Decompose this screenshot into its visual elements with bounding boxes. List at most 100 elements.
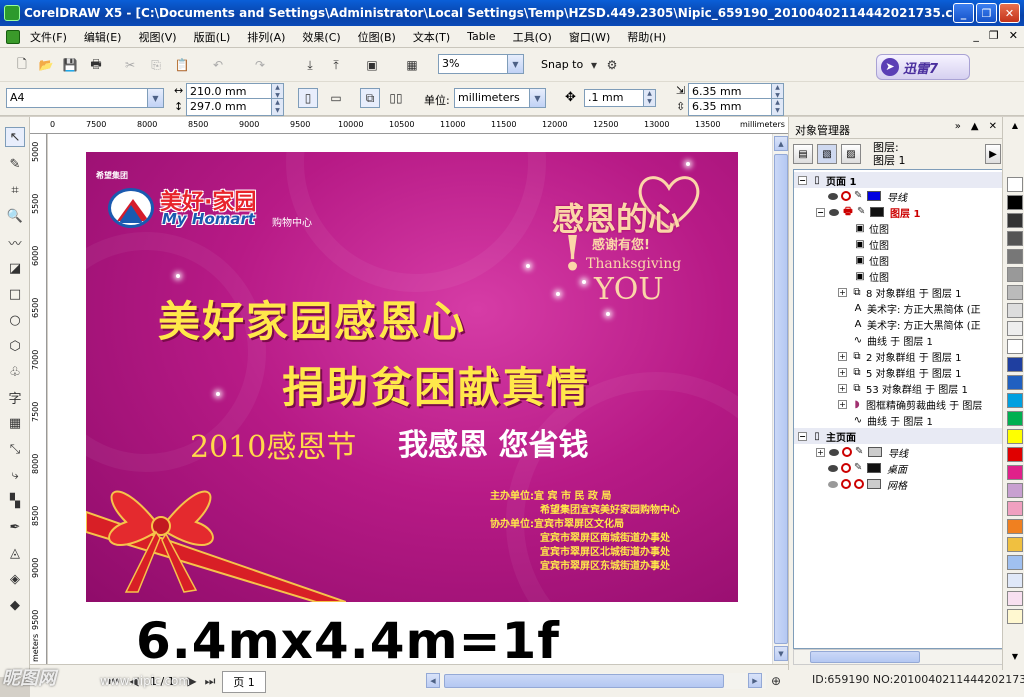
tree-node-bitmap[interactable]: ▣ 位图 — [854, 220, 889, 236]
page-tab-1[interactable]: 页 1 — [222, 671, 266, 693]
horizontal-scrollbar[interactable]: ◀ ▶ — [426, 673, 766, 689]
nudge-field[interactable]: .1 mm ▲ ▼ — [584, 89, 656, 107]
color-swatch[interactable] — [1007, 267, 1023, 282]
page-height-field[interactable]: 297.0 mm ▲ ▼ — [186, 98, 284, 116]
page-size-combo[interactable]: A4 ▼ — [6, 88, 164, 108]
menu-view[interactable]: 视图(V) — [138, 29, 176, 45]
no-color-swatch[interactable] — [1007, 177, 1023, 192]
duplicate-y-field[interactable]: 6.35 mm ▲ ▼ — [688, 98, 784, 116]
cut-icon[interactable]: ✂ — [120, 55, 140, 75]
tree-node-artistic-text[interactable]: A 美术字: 方正大黑简体 (正 — [852, 316, 981, 332]
color-swatch[interactable] — [1007, 195, 1023, 210]
scroll-right-icon[interactable]: ▶ — [748, 673, 762, 688]
landscape-icon[interactable]: ▭ — [326, 88, 346, 108]
redo-icon[interactable]: ↷ — [250, 55, 270, 75]
dimension-tool-icon[interactable]: ⤡ — [5, 439, 25, 459]
height-spinner-icon[interactable]: ▲ ▼ — [271, 99, 283, 115]
export-icon[interactable]: ⤒ — [326, 55, 346, 75]
vertical-scrollbar[interactable]: ▲ ▼ — [772, 134, 788, 664]
vertical-ruler[interactable]: 5000 5500 6000 6500 7000 7500 8000 8500 … — [30, 134, 47, 664]
smart-fill-icon[interactable]: ◪ — [5, 258, 25, 278]
menu-table[interactable]: Table — [467, 30, 495, 43]
import-icon[interactable]: ⤓ — [300, 55, 320, 75]
color-swatch[interactable] — [1007, 393, 1023, 408]
palette-up-icon[interactable]: ▲ — [1007, 121, 1023, 136]
color-swatch[interactable] — [1007, 465, 1023, 480]
color-swatch[interactable] — [1007, 411, 1023, 426]
tree-node-group[interactable]: + ⧉ 53 对象群组 于 图层 1 — [838, 380, 968, 396]
zoom-level-combo[interactable]: 3% ▼ — [438, 54, 524, 74]
all-pages-icon[interactable]: ⧉ — [360, 88, 380, 108]
freehand-tool-icon[interactable]: 〰 — [5, 232, 25, 252]
menu-effects[interactable]: 效果(C) — [302, 29, 340, 45]
application-launcher-icon[interactable]: ▣ — [362, 55, 382, 75]
tree-node-bitmap[interactable]: ▣ 位图 — [854, 252, 889, 268]
doc-restore-button[interactable]: ❐ — [989, 29, 999, 42]
thanksgiving-badge[interactable]: 感恩的心 ! 感谢有您! Thanksgiving YOU — [548, 164, 728, 307]
shape-tool-icon[interactable]: ✎ — [5, 154, 25, 174]
edit-across-layers-icon[interactable]: ▧ — [817, 144, 837, 164]
blend-tool-icon[interactable]: ▚ — [5, 491, 25, 511]
menu-text[interactable]: 文本(T) — [413, 29, 450, 45]
connector-tool-icon[interactable]: ⤷ — [5, 465, 25, 485]
scroll-thumb[interactable] — [810, 651, 920, 663]
outline-tool-icon[interactable]: ◬ — [5, 543, 25, 563]
tree-node-curve[interactable]: ∿ 曲线 于 图层 1 — [852, 332, 933, 348]
tree-node-bitmap[interactable]: ▣ 位图 — [854, 236, 889, 252]
zoom-tool-icon[interactable]: 🔍 — [5, 206, 25, 226]
chevron-down-icon[interactable]: ▼ — [529, 89, 545, 107]
xunlei-button[interactable]: ➤ 迅雷7 — [876, 54, 970, 80]
tree-node-desktop[interactable]: ✎ 桌面 — [828, 460, 907, 476]
current-page-icon[interactable]: ▯▯ — [386, 88, 406, 108]
docker-horizontal-scrollbar[interactable] — [793, 649, 1003, 665]
color-swatch[interactable] — [1007, 303, 1023, 318]
color-swatch[interactable] — [1007, 501, 1023, 516]
menu-file[interactable]: 文件(F) — [30, 29, 67, 45]
nudge-spinner-icon[interactable]: ▲ ▼ — [643, 90, 655, 106]
color-swatch[interactable] — [1007, 555, 1023, 570]
menu-window[interactable]: 窗口(W) — [569, 29, 610, 45]
expand-docker-icon[interactable]: » — [955, 121, 961, 132]
tree-node-layer1[interactable]: − 🖶 ✎ 图层 1 — [816, 204, 920, 220]
tree-node-page1[interactable]: − ▯ 页面 1 — [798, 172, 856, 188]
minimize-button[interactable]: _ — [953, 3, 974, 23]
object-tree[interactable]: − ▯ 页面 1 ✎ 导线 − 🖶 ✎ 图层 1 ▣ 位图 ▣ 位图 ▣ 位图 ▣ 位图 + ⧉ 8 对… — [793, 169, 1003, 649]
scroll-left-icon[interactable]: ◀ — [426, 673, 440, 688]
ellipse-tool-icon[interactable]: ○ — [5, 310, 25, 330]
scroll-up-icon[interactable]: ▲ — [774, 136, 788, 151]
color-swatch[interactable] — [1007, 537, 1023, 552]
close-docker-icon[interactable]: ✕ — [989, 121, 997, 132]
save-icon[interactable]: 💾 — [60, 55, 80, 75]
layer-manager-view-icon[interactable]: ▨ — [841, 144, 861, 164]
print-icon[interactable]: 🖶 — [86, 55, 106, 75]
tree-node-bitmap[interactable]: ▣ 位图 — [854, 268, 889, 284]
scroll-thumb[interactable] — [774, 154, 788, 644]
color-swatch[interactable] — [1007, 447, 1023, 462]
coreldraw-app-icon[interactable] — [4, 5, 20, 21]
chevron-down-icon[interactable]: ▼ — [507, 55, 523, 73]
palette-down-icon[interactable]: ▼ — [1007, 652, 1023, 667]
tree-node-artistic-text[interactable]: A 美术字: 方正大黑简体 (正 — [852, 300, 981, 316]
navigator-icon[interactable]: ⊕ — [766, 671, 786, 691]
welcome-screen-icon[interactable]: ▦ — [402, 55, 422, 75]
chevron-down-icon[interactable]: ▼ — [147, 89, 163, 107]
maximize-button[interactable]: ❐ — [976, 3, 997, 23]
scroll-thumb[interactable] — [444, 674, 724, 688]
open-file-icon[interactable]: 📂 — [36, 55, 56, 75]
tree-node-guides[interactable]: ✎ 导线 — [828, 188, 907, 204]
color-swatch[interactable] — [1007, 231, 1023, 246]
document-icon[interactable] — [6, 29, 20, 44]
last-page-icon[interactable]: ⏭ — [200, 671, 220, 691]
color-swatch[interactable] — [1007, 375, 1023, 390]
new-file-icon[interactable]: 🗋 — [12, 55, 32, 75]
interactive-fill-icon[interactable]: ◆ — [5, 595, 25, 615]
tree-node-master-page[interactable]: − ▯ 主页面 — [798, 428, 856, 444]
pick-tool-icon[interactable]: ↖ — [5, 127, 25, 147]
doc-minimize-button[interactable]: _ — [973, 29, 979, 42]
color-swatch[interactable] — [1007, 591, 1023, 606]
docker-menu-arrow-icon[interactable]: ▶ — [985, 144, 1001, 164]
options-icon[interactable]: ⚙ — [602, 55, 622, 75]
undo-icon[interactable]: ↶ — [208, 55, 228, 75]
fill-tool-icon[interactable]: ◈ — [5, 569, 25, 589]
show-properties-icon[interactable]: ▤ — [793, 144, 813, 164]
